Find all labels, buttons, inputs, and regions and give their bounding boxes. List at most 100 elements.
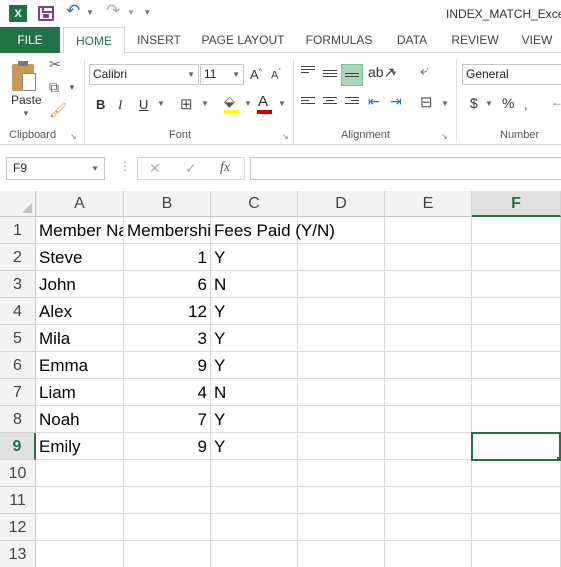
cell-d3[interactable] <box>298 271 385 298</box>
cut-icon[interactable]: ✂ <box>49 56 61 73</box>
row-header-10[interactable]: 10 <box>0 460 36 487</box>
borders-icon[interactable]: ⊞ <box>180 95 193 113</box>
top-align-icon[interactable] <box>301 66 315 78</box>
increase-decimal-icon[interactable]: ← <box>551 95 561 109</box>
cell-d11[interactable] <box>298 487 385 514</box>
align-center-icon[interactable] <box>323 97 337 109</box>
row-header-13[interactable]: 13 <box>0 541 36 567</box>
cell-c9[interactable]: Y <box>211 433 298 460</box>
cell-d12[interactable] <box>298 514 385 541</box>
borders-dropdown-icon[interactable]: ▼ <box>201 99 209 108</box>
fill-color-dropdown-icon[interactable]: ▼ <box>244 99 252 108</box>
cell-e1[interactable] <box>385 217 472 244</box>
cell-d4[interactable] <box>298 298 385 325</box>
cell-f6[interactable] <box>472 352 561 379</box>
cell-a12[interactable] <box>36 514 124 541</box>
cell-b8[interactable]: 7 <box>124 406 211 433</box>
copy-dropdown-icon[interactable]: ▼ <box>68 83 76 92</box>
row-header-7[interactable]: 7 <box>0 379 36 406</box>
cell-a2[interactable]: Steve <box>36 244 124 271</box>
cell-f1[interactable] <box>472 217 561 244</box>
cell-b6[interactable]: 9 <box>124 352 211 379</box>
cell-f13[interactable] <box>472 541 561 567</box>
cell-b4[interactable]: 12 <box>124 298 211 325</box>
font-launcher-icon[interactable]: ↘ <box>282 132 289 141</box>
customize-toolbar-icon[interactable]: ▾ <box>145 7 150 18</box>
paste-dropdown-icon[interactable]: ▼ <box>22 109 30 118</box>
cell-e7[interactable] <box>385 379 472 406</box>
row-header-6[interactable]: 6 <box>0 352 36 379</box>
cell-b11[interactable] <box>124 487 211 514</box>
row-header-1[interactable]: 1 <box>0 217 36 244</box>
column-header-c[interactable]: C <box>211 191 298 217</box>
cell-b9[interactable]: 9 <box>124 433 211 460</box>
fill-color-icon[interactable]: ⬙ <box>224 93 235 110</box>
row-header-2[interactable]: 2 <box>0 244 36 271</box>
increase-indent-icon[interactable]: ⇥ <box>390 93 402 110</box>
column-header-a[interactable]: A <box>36 191 124 217</box>
comma-style-icon[interactable]: , <box>524 97 528 112</box>
tab-insert[interactable]: INSERT <box>133 27 185 53</box>
cell-a11[interactable] <box>36 487 124 514</box>
cell-d5[interactable] <box>298 325 385 352</box>
cell-d13[interactable] <box>298 541 385 567</box>
redo-dropdown-icon[interactable]: ▼ <box>127 8 135 17</box>
cell-b7[interactable]: 4 <box>124 379 211 406</box>
underline-icon[interactable]: U <box>139 97 148 112</box>
percent-format-button[interactable]: % <box>502 95 514 111</box>
currency-dropdown-icon[interactable]: ▼ <box>485 99 493 108</box>
font-color-dropdown-icon[interactable]: ▼ <box>278 99 286 108</box>
cell-a7[interactable]: Liam <box>36 379 124 406</box>
cell-b1[interactable]: Membership <box>124 217 211 244</box>
paste-icon[interactable] <box>10 61 40 95</box>
number-format-select[interactable]: General <box>462 64 561 85</box>
insert-function-icon[interactable]: fx <box>220 160 230 176</box>
cell-c4[interactable]: Y <box>211 298 298 325</box>
cell-e12[interactable] <box>385 514 472 541</box>
cell-d8[interactable] <box>298 406 385 433</box>
row-header-9[interactable]: 9 <box>0 433 36 460</box>
cell-c12[interactable] <box>211 514 298 541</box>
tab-view[interactable]: VIEW <box>516 27 558 53</box>
cell-c5[interactable]: Y <box>211 325 298 352</box>
font-size-select[interactable]: 11 ▼ <box>200 64 244 85</box>
tab-data[interactable]: DATA <box>390 27 434 53</box>
cell-a10[interactable] <box>36 460 124 487</box>
align-right-icon[interactable] <box>345 97 359 109</box>
font-color-icon[interactable]: A <box>258 93 268 110</box>
cell-f7[interactable] <box>472 379 561 406</box>
cell-e9[interactable] <box>385 433 472 460</box>
enter-icon[interactable]: ✓ <box>185 160 197 177</box>
cell-c10[interactable] <box>211 460 298 487</box>
cell-b5[interactable]: 3 <box>124 325 211 352</box>
decrease-indent-icon[interactable]: ⇤ <box>368 93 380 110</box>
undo-dropdown-icon[interactable]: ▼ <box>86 8 94 17</box>
cell-a5[interactable]: Mila <box>36 325 124 352</box>
cell-b13[interactable] <box>124 541 211 567</box>
save-icon[interactable] <box>38 6 54 21</box>
tab-page-layout[interactable]: PAGE LAYOUT <box>197 27 289 53</box>
name-box[interactable]: F9 ▼ <box>6 157 105 180</box>
row-header-4[interactable]: 4 <box>0 298 36 325</box>
tab-formulas[interactable]: FORMULAS <box>300 27 378 53</box>
copy-icon[interactable]: ⧉ <box>49 79 59 96</box>
cell-b10[interactable] <box>124 460 211 487</box>
cell-f5[interactable] <box>472 325 561 352</box>
cell-f11[interactable] <box>472 487 561 514</box>
formula-bar-grip-icon[interactable]: ⋮ <box>119 159 131 173</box>
tab-review[interactable]: REVIEW <box>446 27 504 53</box>
select-all-button[interactable] <box>0 191 36 217</box>
align-left-icon[interactable] <box>301 97 315 109</box>
cell-e8[interactable] <box>385 406 472 433</box>
cell-a9[interactable]: Emily <box>36 433 124 460</box>
row-header-3[interactable]: 3 <box>0 271 36 298</box>
cell-b2[interactable]: 1 <box>124 244 211 271</box>
cell-e4[interactable] <box>385 298 472 325</box>
merge-center-icon[interactable]: ⊟ <box>420 93 433 111</box>
cell-d6[interactable] <box>298 352 385 379</box>
formula-input[interactable] <box>250 157 561 180</box>
cell-f8[interactable] <box>472 406 561 433</box>
cell-d9[interactable] <box>298 433 385 460</box>
cell-e5[interactable] <box>385 325 472 352</box>
row-header-11[interactable]: 11 <box>0 487 36 514</box>
